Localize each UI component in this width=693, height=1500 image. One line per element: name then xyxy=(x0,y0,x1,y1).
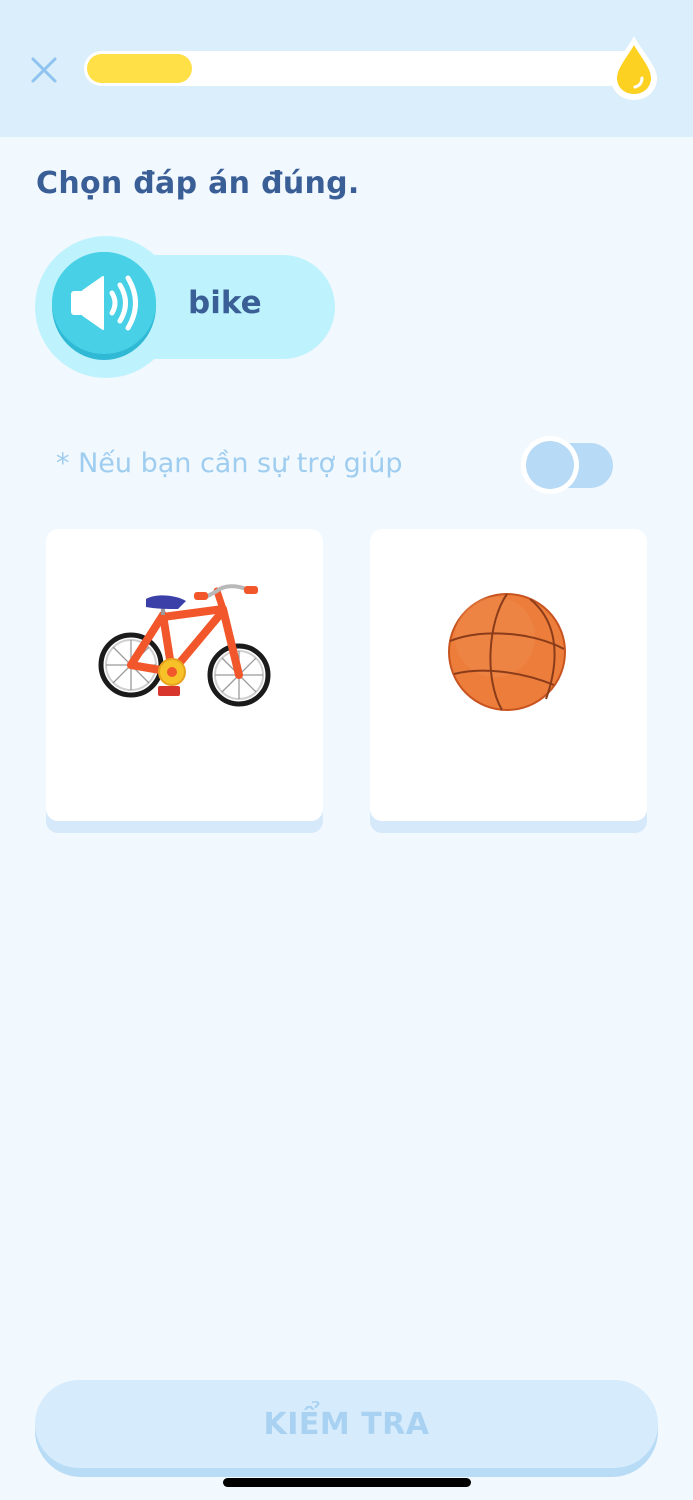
audio-word-label: bike xyxy=(188,285,262,321)
header-bar xyxy=(0,0,693,137)
help-hint-text: * Nếu bạn cần sự trợ giúp xyxy=(56,448,403,479)
play-audio-button[interactable] xyxy=(52,252,156,360)
answer-card-face xyxy=(370,529,647,821)
answer-option-basketball[interactable] xyxy=(370,529,647,833)
speaker-icon xyxy=(71,275,138,331)
close-icon xyxy=(31,57,57,83)
answer-card-face xyxy=(46,529,323,821)
home-indicator xyxy=(223,1478,471,1487)
progress-bar xyxy=(84,51,640,86)
basketball-image xyxy=(448,593,566,711)
check-answer-button-face: KIỂM TRA xyxy=(35,1380,658,1468)
help-toggle-knob[interactable] xyxy=(521,436,579,494)
play-audio-button-face xyxy=(52,252,156,354)
drop-icon xyxy=(611,36,657,100)
question-title: Chọn đáp án đúng. xyxy=(36,166,360,201)
progress-fill xyxy=(87,54,192,83)
help-toggle-knob-fill xyxy=(526,441,574,489)
answer-option-bicycle[interactable] xyxy=(46,529,323,833)
check-answer-button[interactable]: KIỂM TRA xyxy=(35,1380,658,1477)
bicycle-image xyxy=(98,584,271,707)
check-answer-label: KIỂM TRA xyxy=(263,1406,430,1442)
close-button[interactable] xyxy=(22,48,66,92)
